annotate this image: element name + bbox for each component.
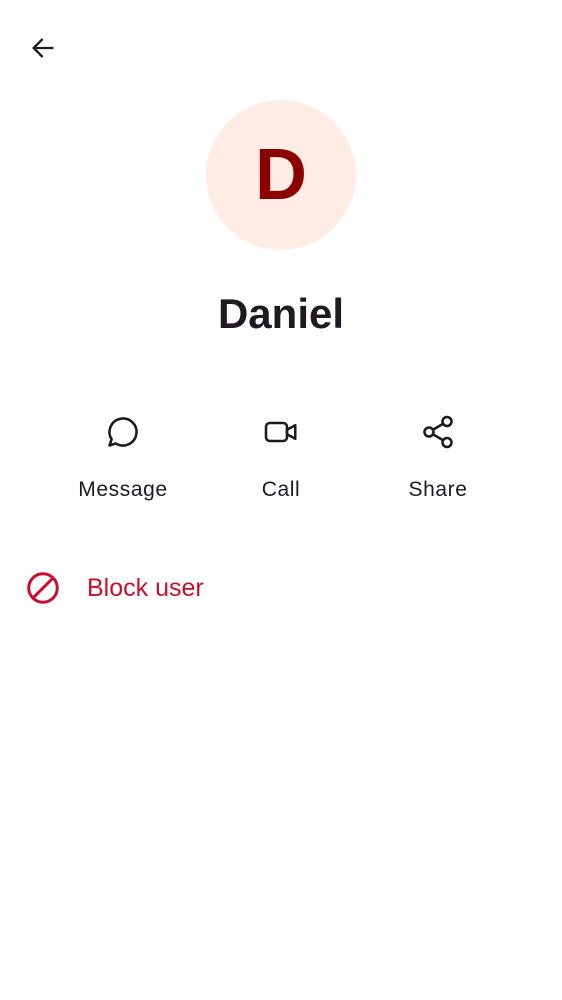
block-user-label: Block user bbox=[87, 574, 204, 602]
message-button[interactable]: Message bbox=[53, 404, 193, 510]
back-button[interactable] bbox=[19, 26, 67, 74]
contact-name: Daniel bbox=[217, 290, 345, 337]
block-user-button[interactable]: Block user bbox=[0, 560, 562, 616]
call-button[interactable]: Call bbox=[211, 404, 351, 510]
avatar-letter: D bbox=[255, 135, 307, 215]
share-button[interactable]: Share bbox=[368, 404, 508, 510]
share-icon bbox=[418, 412, 458, 452]
avatar: D bbox=[206, 100, 356, 250]
chat-bubble-icon bbox=[103, 412, 143, 452]
call-label: Call bbox=[261, 478, 301, 501]
arrow-back-icon bbox=[29, 34, 57, 67]
share-label: Share bbox=[408, 478, 468, 501]
video-camera-icon bbox=[261, 412, 301, 452]
contact-actions: Message Call Share bbox=[0, 404, 562, 514]
block-icon bbox=[25, 570, 61, 606]
message-label: Message bbox=[78, 478, 168, 501]
